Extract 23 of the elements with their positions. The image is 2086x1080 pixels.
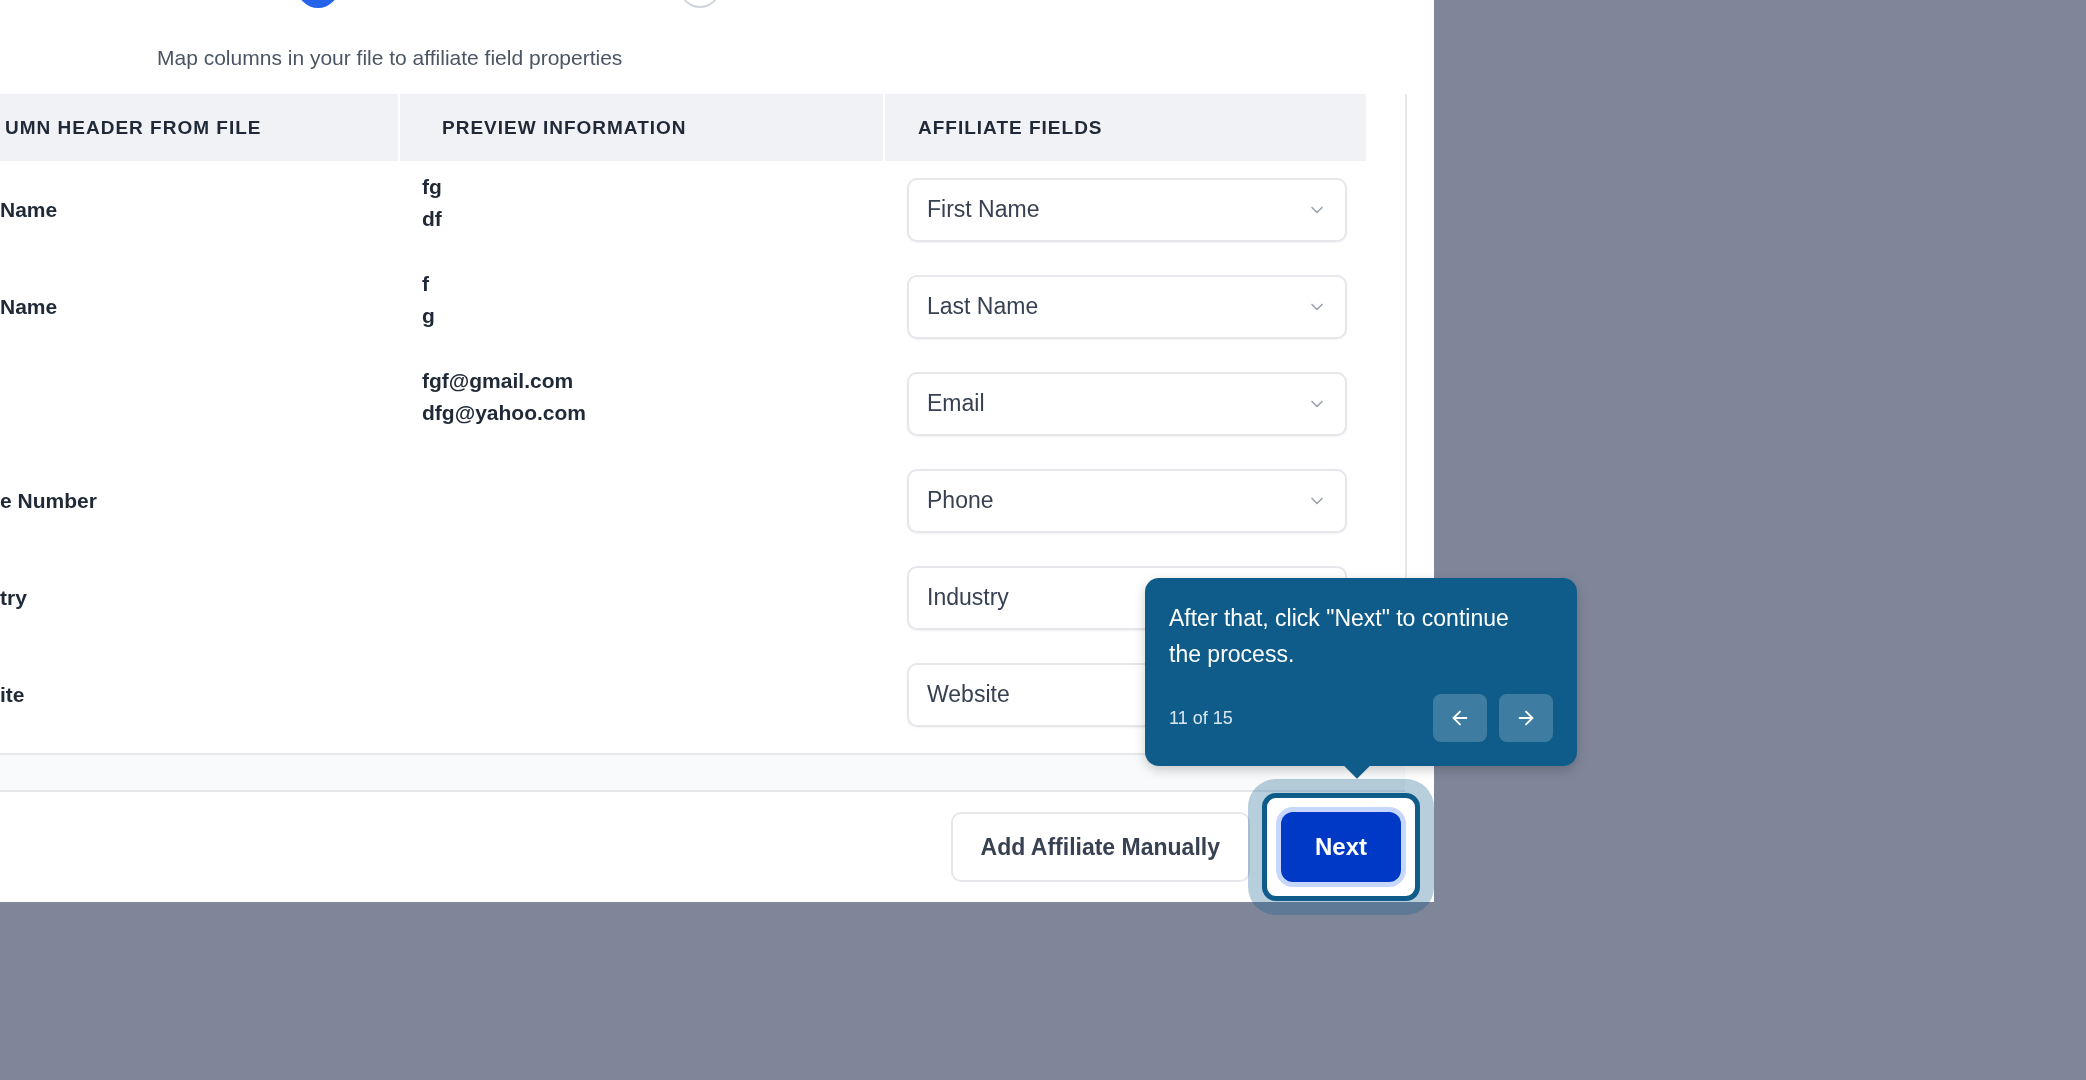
next-step-button[interactable] [1499,694,1553,742]
step-counter: 11 of 15 [1169,707,1233,729]
table-cell: try [0,585,27,609]
field-select[interactable]: First Name [907,177,1347,242]
table-cell: e Number [0,488,97,512]
add-manually-button[interactable]: Add Affiliate Manually [950,812,1250,882]
field-select[interactable]: Email [907,371,1347,436]
preview-value: g [422,304,436,328]
column-header: UMN HEADER FROM FILE [0,94,400,161]
preview-value: dfg@yahoo.com [422,401,587,425]
preview-value: df [422,207,443,231]
table-cell: Name [0,294,58,318]
preview-value: f [422,272,430,296]
table-cell: ite [0,682,25,706]
field-select[interactable]: Phone [907,468,1347,533]
previous-button[interactable] [1433,694,1487,742]
preview-value: fgf@gmail.com [422,369,575,393]
column-header: PREVIEW INFORMATION [400,94,885,161]
preview-value: fg [422,175,443,199]
table-cell: Name [0,197,58,221]
subtitle: Map columns in your file to affiliate field properties [156,45,624,71]
field-select[interactable]: Last Name [907,274,1347,339]
column-header: AFFILIATE FIELDS [885,94,1368,161]
